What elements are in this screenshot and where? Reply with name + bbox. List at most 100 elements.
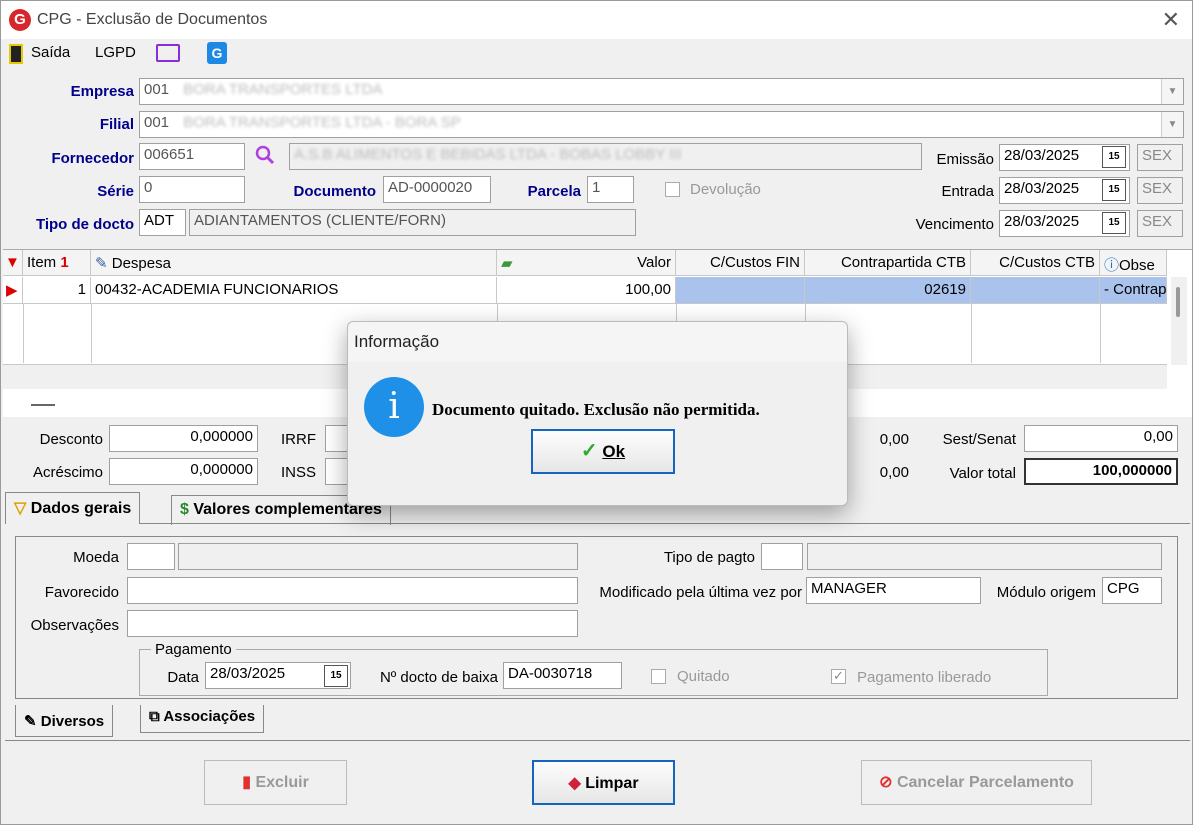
- pagamento-liberado-label: Pagamento liberado: [857, 669, 992, 686]
- edit-icon: ✎: [95, 255, 108, 272]
- tab-dados-gerais[interactable]: ▽ Dados gerais: [5, 492, 141, 524]
- vencimento-weekday: SEX: [1137, 210, 1183, 237]
- tipo-docto-code-field[interactable]: ADT: [139, 209, 186, 236]
- col-header-ccctb[interactable]: C/Custos CTB: [971, 250, 1100, 276]
- moeda-name-field: [178, 543, 578, 570]
- cell-ccctb[interactable]: [971, 277, 1100, 303]
- tipo-docto-name-field: ADIANTAMENTOS (CLIENTE/FORN): [189, 209, 636, 236]
- excluir-button[interactable]: ▮ Excluir: [204, 760, 347, 805]
- col-header-valor[interactable]: ▰ Valor: [497, 250, 676, 276]
- amount-value: 0,00: [879, 464, 909, 481]
- parcela-label: Parcela: [527, 183, 581, 200]
- empresa-select[interactable]: 001 BORA TRANSPORTES LTDA ▼: [139, 78, 1184, 105]
- tipo-pagto-label: Tipo de pagto: [663, 549, 755, 566]
- irrf-label: IRRF: [281, 431, 316, 448]
- grid-scrollbar[interactable]: [1171, 277, 1187, 365]
- cell-despesa[interactable]: 00432-ACADEMIA FUNCIONARIOS: [91, 277, 497, 303]
- calendar-icon[interactable]: 15: [324, 665, 348, 687]
- checkmark-icon: ✓: [580, 440, 598, 462]
- filter-icon: ▽: [14, 500, 27, 517]
- monitor-icon[interactable]: [156, 44, 180, 62]
- chevron-down-icon[interactable]: ▼: [1161, 112, 1183, 137]
- quitado-label: Quitado: [677, 668, 730, 685]
- fornecedor-name-field: A.S.B ALIMENTOS E BEBIDAS LTDA - BOBAS L…: [289, 143, 922, 170]
- tab-diversos[interactable]: ✎ Diversos: [15, 705, 114, 737]
- acrescimo-field[interactable]: 0,000000: [109, 458, 258, 485]
- col-header-contrapartida[interactable]: Contrapartida CTB: [805, 250, 971, 276]
- valor-total-label: Valor total: [949, 465, 1016, 482]
- valor-total-field: 100,000000: [1024, 458, 1178, 485]
- col-header-obs[interactable]: ⓘObse: [1100, 250, 1167, 276]
- observacoes-field[interactable]: [127, 610, 578, 637]
- favorecido-field[interactable]: [127, 577, 578, 604]
- dialog-title: Informação: [354, 332, 440, 351]
- devolucao-label: Devolução: [690, 181, 761, 198]
- edit-icon: ✎: [24, 713, 37, 730]
- exit-button[interactable]: Saída: [31, 44, 70, 61]
- tab-divider: [5, 523, 1190, 524]
- desconto-label: Desconto: [39, 431, 103, 448]
- emissao-label: Emissão: [936, 151, 994, 168]
- limpar-button[interactable]: ◆ Limpar: [532, 760, 675, 805]
- grid-divider: [1100, 303, 1101, 363]
- info-dialog: Informação i Documento quitado. Exclusão…: [347, 321, 848, 506]
- empresa-label: Empresa: [70, 83, 134, 100]
- entrada-weekday: SEX: [1137, 177, 1183, 204]
- documento-field[interactable]: AD-0000020: [383, 176, 491, 203]
- chevron-down-icon[interactable]: ▼: [1161, 79, 1183, 104]
- cell-contrapartida[interactable]: 02619: [805, 277, 971, 303]
- quitado-checkbox[interactable]: [651, 669, 666, 684]
- sest-field[interactable]: 0,00: [1024, 425, 1178, 452]
- exit-door-icon[interactable]: [9, 44, 23, 64]
- emissao-weekday: SEX: [1137, 144, 1183, 171]
- toolbar: Saída LGPD G: [1, 39, 1192, 69]
- docto-baixa-field: DA-0030718: [503, 662, 622, 689]
- tipo-pagto-code-field[interactable]: [761, 543, 803, 570]
- eraser-icon: ◆: [568, 775, 581, 792]
- calendar-icon[interactable]: 15: [1102, 212, 1126, 234]
- calendar-icon[interactable]: 15: [1102, 179, 1126, 201]
- vencimento-label: Vencimento: [915, 216, 994, 233]
- tab-associacoes[interactable]: ⧉ Associações: [140, 705, 265, 733]
- tipo-pagto-name-field: [807, 543, 1162, 570]
- entrada-label: Entrada: [941, 183, 994, 200]
- modificado-label: Modificado pela última vez por: [599, 584, 802, 601]
- lgpd-button[interactable]: LGPD: [95, 44, 136, 61]
- col-header-despesa[interactable]: ✎ Despesa: [91, 250, 497, 276]
- trash-icon: ▮: [242, 774, 251, 791]
- col-header-ccfin[interactable]: C/Custos FIN: [676, 250, 805, 276]
- ok-button[interactable]: ✓ Ok: [531, 429, 675, 474]
- fornecedor-code-field[interactable]: 006651: [139, 143, 245, 170]
- sort-down-icon[interactable]: ▼: [3, 250, 23, 276]
- grid-divider: [971, 303, 972, 363]
- close-icon[interactable]: ✕: [1162, 7, 1180, 33]
- pagamento-legend: Pagamento: [151, 641, 236, 658]
- serie-field[interactable]: 0: [139, 176, 245, 203]
- devolucao-checkbox[interactable]: [665, 182, 680, 197]
- cell-valor[interactable]: 100,00: [497, 277, 676, 303]
- documento-label: Documento: [293, 183, 377, 200]
- modulo-origem-field: CPG: [1102, 577, 1162, 604]
- dialog-message: Documento quitado. Exclusão não permitid…: [432, 400, 760, 419]
- acrescimo-label: Acréscimo: [32, 464, 103, 481]
- grid-collapse-handle[interactable]: [31, 404, 55, 406]
- parcela-field[interactable]: 1: [587, 176, 634, 203]
- search-icon[interactable]: [255, 145, 275, 165]
- moeda-code-field[interactable]: [127, 543, 175, 570]
- cell-obs[interactable]: - Contrap: [1100, 277, 1167, 303]
- brand-g-icon[interactable]: G: [207, 42, 227, 64]
- cancelar-parcelamento-button[interactable]: ⊘ Cancelar Parcelamento: [861, 760, 1092, 805]
- info-icon: i: [364, 377, 424, 437]
- calendar-icon[interactable]: 15: [1102, 146, 1126, 168]
- modificado-field: MANAGER: [806, 577, 981, 604]
- desconto-field[interactable]: 0,000000: [109, 425, 258, 452]
- observacoes-label: Observações: [30, 617, 119, 634]
- filial-select[interactable]: 001 BORA TRANSPORTES LTDA - BORA SP ▼: [139, 111, 1184, 138]
- cell-ccfin[interactable]: [676, 277, 805, 303]
- pagamento-liberado-checkbox[interactable]: ✓: [831, 669, 846, 684]
- col-header-item[interactable]: Item 1: [23, 250, 91, 276]
- cell-item[interactable]: 1: [23, 277, 91, 303]
- window-title: CPG - Exclusão de Documentos: [37, 11, 268, 28]
- docto-baixa-label: Nº docto de baixa: [379, 669, 498, 686]
- sest-label: Sest/Senat: [942, 431, 1016, 448]
